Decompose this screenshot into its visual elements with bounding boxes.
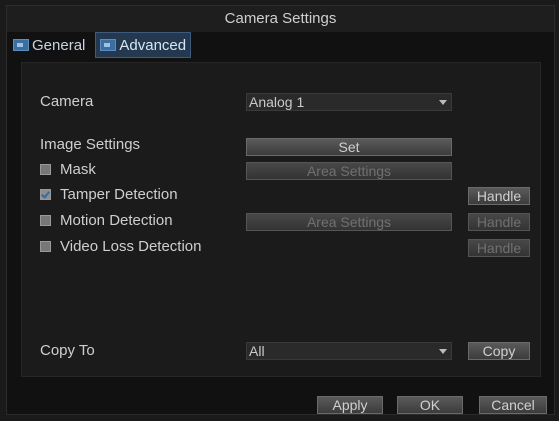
tamper-checkbox[interactable] (40, 189, 51, 200)
mask-label: Mask (60, 161, 96, 178)
tab-icon (13, 39, 29, 51)
mask-checkbox[interactable] (40, 164, 51, 175)
copy-button[interactable]: Copy (468, 342, 530, 360)
video-loss-checkbox[interactable] (40, 241, 51, 252)
dialog-title: Camera Settings (7, 6, 554, 32)
tab-bar: General Advanced (9, 32, 192, 58)
chevron-down-icon (439, 349, 447, 354)
mask-row: Mask (40, 161, 96, 178)
tab-icon (100, 39, 117, 51)
tab-general[interactable]: General (9, 33, 89, 57)
tab-general-label: General (32, 36, 86, 54)
settings-panel: Camera Analog 1 Image Settings Set Mask … (21, 62, 541, 377)
video-loss-label: Video Loss Detection (60, 238, 202, 255)
camera-select-value: Analog 1 (249, 94, 305, 110)
image-settings-label: Image Settings (40, 136, 141, 153)
motion-handle-button[interactable]: Handle (468, 213, 530, 231)
copy-to-select-value: All (249, 343, 265, 359)
tab-advanced-label: Advanced (119, 36, 187, 54)
tamper-row: Tamper Detection (40, 186, 178, 203)
video-loss-handle-button[interactable]: Handle (468, 239, 530, 257)
chevron-down-icon (439, 100, 447, 105)
apply-button[interactable]: Apply (317, 396, 383, 414)
motion-checkbox[interactable] (40, 215, 51, 226)
copy-to-select[interactable]: All (246, 342, 452, 360)
tamper-handle-button[interactable]: Handle (468, 187, 530, 205)
cancel-button[interactable]: Cancel (479, 396, 547, 414)
tab-advanced[interactable]: Advanced (95, 32, 192, 58)
motion-label: Motion Detection (60, 212, 173, 229)
video-loss-row: Video Loss Detection (40, 238, 201, 255)
camera-settings-dialog: Camera Settings General Advanced Camera … (6, 5, 555, 415)
motion-area-settings-button[interactable]: Area Settings (246, 213, 452, 231)
camera-select[interactable]: Analog 1 (246, 93, 452, 111)
camera-label: Camera (40, 93, 94, 110)
mask-area-settings-button[interactable]: Area Settings (246, 162, 452, 180)
ok-button[interactable]: OK (397, 396, 463, 414)
tamper-label: Tamper Detection (60, 186, 178, 203)
image-settings-set-button[interactable]: Set (246, 138, 452, 156)
motion-row: Motion Detection (40, 212, 173, 229)
copy-to-label: Copy To (40, 342, 95, 359)
